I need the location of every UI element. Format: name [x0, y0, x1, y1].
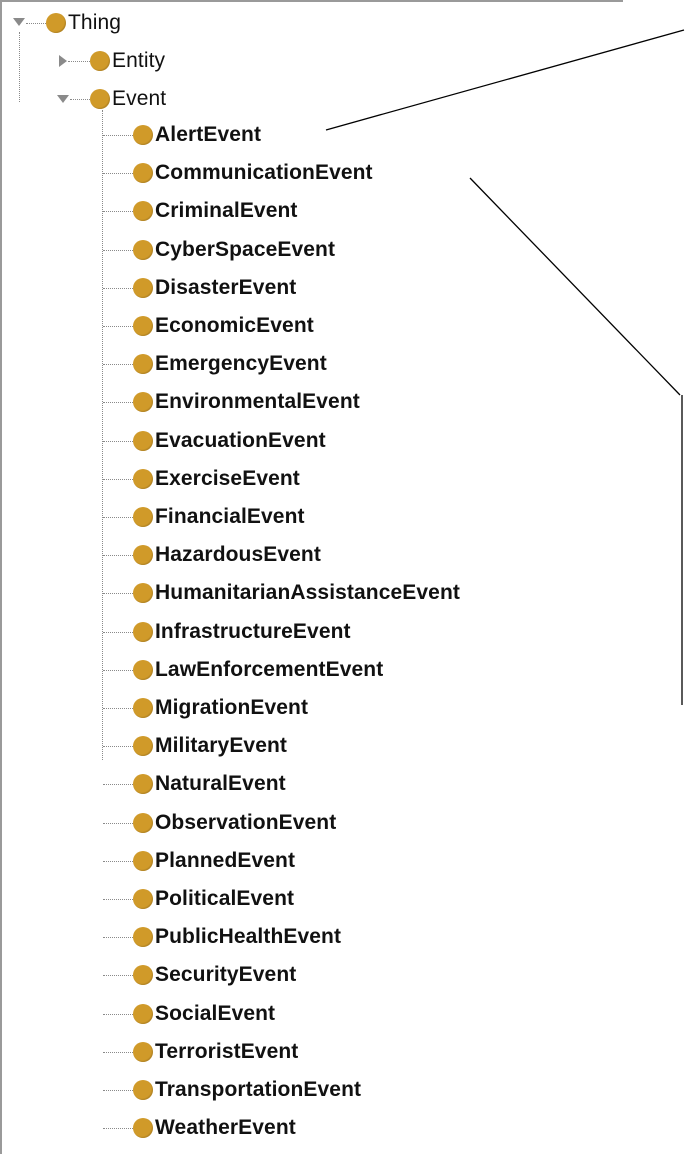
tree-node-migrationevent[interactable]: MigrationEvent [133, 691, 308, 725]
tree-node-communicationevent[interactable]: CommunicationEvent [133, 156, 373, 190]
class-circle-icon [133, 812, 153, 833]
tree-node-militaryevent[interactable]: MilitaryEvent [133, 729, 287, 763]
tree-node-label: HazardousEvent [155, 543, 321, 567]
collapse-toggle-icon[interactable] [12, 15, 26, 29]
tree-node-label: SecurityEvent [155, 963, 297, 987]
class-circle-icon [133, 621, 153, 642]
tree-node-label: TerroristEvent [155, 1039, 299, 1063]
class-circle-icon [133, 163, 153, 184]
tree-node-thing[interactable]: Thing [46, 6, 121, 40]
class-circle-icon [133, 698, 153, 718]
tree-node-label: PublicHealthEvent [155, 925, 342, 949]
tree-node-label: Event [112, 87, 167, 110]
tree-node-label: EconomicEvent [155, 314, 314, 337]
class-hierarchy-tree: Thing Entity Event AlertEvent Communicati… [0, 0, 623, 1154]
class-circle-icon [133, 545, 153, 566]
class-circle-icon [133, 965, 153, 986]
tree-node-terroristevent[interactable]: TerroristEvent [133, 1035, 298, 1069]
tree-node-label: FinancialEvent [155, 505, 305, 528]
class-circle-icon [133, 392, 153, 413]
tree-node-financialevent[interactable]: FinancialEvent [133, 500, 305, 534]
tree-node-label: MigrationEvent [155, 696, 309, 719]
tree-node-transportationevent[interactable]: TransportationEvent [133, 1073, 361, 1107]
tree-node-label: LawEnforcementEvent [155, 657, 384, 681]
tree-node-publichealthevent[interactable]: PublicHealthEvent [133, 920, 341, 954]
tree-node-label: CyberSpaceEvent [155, 237, 336, 261]
tree-node-label: AlertEvent [155, 123, 262, 146]
class-circle-icon [133, 354, 153, 375]
tree-node-criminalevent[interactable]: CriminalEvent [133, 194, 298, 228]
tree-node-entity[interactable]: Entity [90, 44, 165, 78]
tree-node-hazardousevent[interactable]: HazardousEvent [133, 538, 321, 572]
class-circle-icon [133, 927, 153, 948]
tree-node-lawenforcementevent[interactable]: LawEnforcementEvent [133, 653, 383, 687]
tree-node-label: ExerciseEvent [155, 466, 300, 490]
tree-node-cyberspaceevent[interactable]: CyberSpaceEvent [133, 233, 335, 267]
tree-node-label: TransportationEvent [155, 1078, 362, 1101]
tree-node-humanitarianassistanceevent[interactable]: HumanitarianAssistanceEvent [133, 576, 460, 610]
tree-node-label: ObservationEvent [155, 810, 337, 834]
tree-node-emergencyevent[interactable]: EmergencyEvent [133, 347, 327, 381]
tree-node-observationevent[interactable]: ObservationEvent [133, 806, 336, 840]
class-circle-icon [133, 736, 153, 757]
tree-node-label: MilitaryEvent [155, 734, 288, 758]
tree-node-label: CriminalEvent [155, 199, 298, 223]
class-circle-icon [133, 850, 153, 871]
tree-node-plannedevent[interactable]: PlannedEvent [133, 844, 295, 878]
tree-node-politicalevent[interactable]: PoliticalEvent [133, 882, 294, 916]
tree-node-label: PoliticalEvent [155, 887, 295, 910]
tree-node-label: EnvironmentalEvent [155, 390, 360, 414]
class-circle-icon [133, 659, 153, 680]
tree-node-label: HumanitarianAssistanceEvent [155, 581, 460, 605]
class-circle-icon [133, 507, 153, 527]
class-circle-icon [133, 277, 153, 298]
tree-node-label: WeatherEvent [155, 1116, 296, 1140]
class-circle-icon [133, 239, 153, 260]
tree-node-label: NaturalEvent [155, 772, 286, 796]
class-circle-icon [46, 13, 66, 33]
class-circle-icon [133, 889, 153, 909]
class-circle-icon [133, 1003, 153, 1024]
tree-node-socialevent[interactable]: SocialEvent [133, 997, 275, 1031]
class-circle-icon [90, 51, 110, 71]
class-circle-icon [133, 1041, 153, 1062]
class-circle-icon [133, 468, 153, 489]
tree-node-label: EmergencyEvent [155, 352, 327, 376]
class-circle-icon [133, 201, 153, 222]
class-circle-icon [133, 583, 153, 604]
tree-node-infrastructureevent[interactable]: InfrastructureEvent [133, 615, 351, 649]
tree-node-label: Thing [68, 11, 122, 34]
class-circle-icon [133, 1118, 153, 1139]
tree-node-exerciseevent[interactable]: ExerciseEvent [133, 462, 300, 496]
tree-node-label: DisasterEvent [155, 275, 297, 299]
tree-node-alertevent[interactable]: AlertEvent [133, 118, 261, 152]
tree-node-weatherevent[interactable]: WeatherEvent [133, 1111, 296, 1145]
tree-node-label: PlannedEvent [155, 848, 296, 872]
tree-node-label: Entity [112, 49, 166, 72]
tree-node-economicevent[interactable]: EconomicEvent [133, 309, 314, 343]
class-circle-icon [133, 774, 153, 795]
tree-node-naturalevent[interactable]: NaturalEvent [133, 767, 286, 801]
tree-node-evacuationevent[interactable]: EvacuationEvent [133, 424, 326, 458]
tree-node-securityevent[interactable]: SecurityEvent [133, 958, 296, 992]
class-circle-icon [133, 316, 153, 336]
class-circle-icon [90, 89, 110, 109]
tree-node-label: CommunicationEvent [155, 161, 373, 185]
class-circle-icon [133, 125, 153, 145]
tree-node-label: InfrastructureEvent [155, 619, 351, 643]
tree-node-label: EvacuationEvent [155, 428, 326, 452]
tree-node-label: SocialEvent [155, 1001, 276, 1025]
class-circle-icon [133, 430, 153, 451]
tree-node-disasterevent[interactable]: DisasterEvent [133, 271, 296, 305]
tree-node-environmentalevent[interactable]: EnvironmentalEvent [133, 385, 360, 419]
class-circle-icon [133, 1080, 153, 1100]
collapse-toggle-icon[interactable] [56, 92, 70, 106]
